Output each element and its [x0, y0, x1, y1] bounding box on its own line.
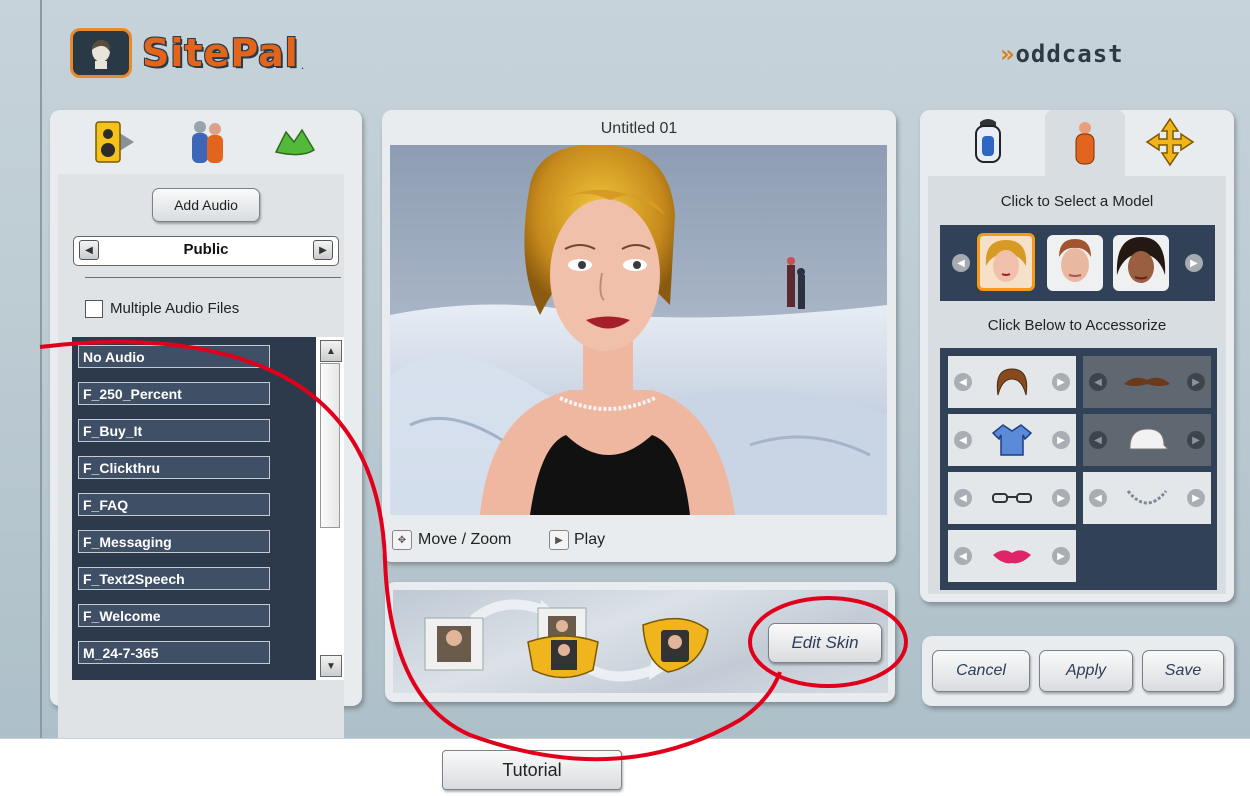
preview-title: Untitled 01 [600, 120, 678, 137]
list-item[interactable]: F_Clickthru [78, 456, 270, 479]
necklace-icon [1126, 490, 1168, 505]
hair-next-button[interactable]: ▶ [1052, 373, 1070, 391]
list-scrollbar[interactable]: ▲ ▼ [316, 337, 344, 680]
play-button[interactable]: ▶ [549, 530, 569, 550]
hair-icon [996, 368, 1028, 396]
lips-prev-button[interactable]: ◀ [954, 547, 972, 565]
hair-prev-button[interactable]: ◀ [954, 373, 972, 391]
list-item[interactable]: No Audio [78, 345, 270, 368]
cap-icon [1129, 428, 1170, 450]
logo-text: SitePal [142, 31, 299, 75]
accessory-glasses[interactable]: ◀ ▶ [948, 472, 1076, 524]
oddcast-logo: »oddcast [1000, 40, 1124, 68]
model-option-man[interactable] [1047, 235, 1103, 291]
tab-scene[interactable] [255, 110, 335, 174]
lips-next-button[interactable]: ▶ [1052, 547, 1070, 565]
cap-prev-button[interactable]: ◀ [1089, 431, 1107, 449]
man-model [1047, 235, 1103, 291]
apply-button[interactable]: Apply [1039, 650, 1133, 692]
necklace-next-button[interactable]: ▶ [1187, 489, 1205, 507]
list-item[interactable]: F_FAQ [78, 493, 270, 516]
left-border-line [40, 0, 42, 738]
cap-next-button[interactable]: ▶ [1187, 431, 1205, 449]
edit-skin-button[interactable]: Edit Skin [768, 623, 882, 663]
accessory-cap[interactable]: ◀ ▶ [1083, 414, 1211, 466]
shirt-icon [991, 424, 1033, 456]
sitepal-logo: SitePal . [70, 28, 304, 78]
accessory-necklace[interactable]: ◀ ▶ [1083, 472, 1211, 524]
model-next-button[interactable]: ▶ [1185, 254, 1203, 272]
mustache-next-button[interactable]: ▶ [1187, 373, 1205, 391]
tab-audio[interactable] [74, 110, 154, 174]
cancel-button[interactable]: Cancel [932, 650, 1030, 692]
audio-category-selector[interactable]: ◀ Public ▶ [73, 236, 339, 266]
glasses-prev-button[interactable]: ◀ [954, 489, 972, 507]
avatar-preview-canvas[interactable] [390, 145, 887, 515]
select-model-label: Click to Select a Model [1000, 193, 1154, 210]
footer [0, 738, 1250, 796]
model-option-dark-haired-woman[interactable] [1113, 235, 1169, 291]
move-arrows-icon [1145, 117, 1195, 167]
face-logo-icon [70, 28, 132, 78]
oddcast-logo-text: oddcast [1015, 40, 1124, 68]
save-button[interactable]: Save [1142, 650, 1224, 692]
model-option-blonde-woman[interactable] [977, 233, 1035, 291]
model-prev-button[interactable]: ◀ [952, 254, 970, 272]
dark-haired-woman-model [1113, 235, 1169, 291]
scroll-up-button[interactable]: ▲ [320, 340, 342, 362]
tab-position[interactable] [1130, 110, 1210, 174]
shirt-next-button[interactable]: ▶ [1052, 431, 1070, 449]
avatar-scene-image [390, 145, 887, 515]
blonde-woman-model [980, 236, 1032, 288]
tutorial-button[interactable]: Tutorial [442, 750, 622, 790]
category-next-button[interactable]: ▶ [313, 240, 333, 260]
move-zoom-button[interactable]: ✥ [392, 530, 412, 550]
model-icon [1075, 122, 1095, 165]
audio-category-value: Public [183, 241, 229, 258]
list-item[interactable]: M_24-7-365 [78, 641, 270, 664]
lips-icon [993, 550, 1031, 564]
tab-characters[interactable] [168, 110, 248, 174]
list-item[interactable]: F_Messaging [78, 530, 270, 553]
list-item[interactable]: F_Welcome [78, 604, 270, 627]
divider [85, 277, 341, 278]
category-prev-button[interactable]: ◀ [79, 240, 99, 260]
accessory-hair[interactable]: ◀ ▶ [948, 356, 1076, 408]
glasses-icon [992, 493, 1032, 503]
necklace-prev-button[interactable]: ◀ [1089, 489, 1107, 507]
scroll-thumb[interactable] [320, 363, 340, 528]
glasses-next-button[interactable]: ▶ [1052, 489, 1070, 507]
mustache-icon [1124, 377, 1170, 386]
list-item[interactable]: F_Text2Speech [78, 567, 270, 590]
speaker-icon [95, 121, 134, 163]
accessory-shirt[interactable]: ◀ ▶ [948, 414, 1076, 466]
accessory-mustache[interactable]: ◀ ▶ [1083, 356, 1211, 408]
multiple-audio-label: Multiple Audio Files [110, 300, 240, 317]
audio-file-list: No Audio F_250_Percent F_Buy_It F_Clickt… [72, 337, 344, 680]
shirt-prev-button[interactable]: ◀ [954, 431, 972, 449]
background-scene-icon [274, 128, 316, 156]
scroll-down-button[interactable]: ▼ [320, 655, 342, 677]
tab-lantern[interactable] [948, 110, 1028, 174]
accessorize-label: Click Below to Accessorize [987, 317, 1167, 334]
lantern-icon [975, 119, 1001, 163]
list-item[interactable]: F_Buy_It [78, 419, 270, 442]
move-zoom-label: Move / Zoom [418, 531, 512, 548]
sitepal-editor: SitePal . »oddcast Add Audio ◀ Public ▶ … [0, 0, 1250, 796]
multiple-audio-checkbox[interactable] [85, 300, 103, 318]
accessory-lips[interactable]: ◀ ▶ [948, 530, 1076, 582]
play-label: Play [574, 531, 606, 548]
list-item[interactable]: F_250_Percent [78, 382, 270, 405]
mustache-prev-button[interactable]: ◀ [1089, 373, 1107, 391]
add-audio-button[interactable]: Add Audio [152, 188, 260, 222]
tab-model[interactable] [1045, 110, 1125, 176]
people-icon [192, 121, 223, 163]
logo-dot: . [300, 58, 305, 72]
